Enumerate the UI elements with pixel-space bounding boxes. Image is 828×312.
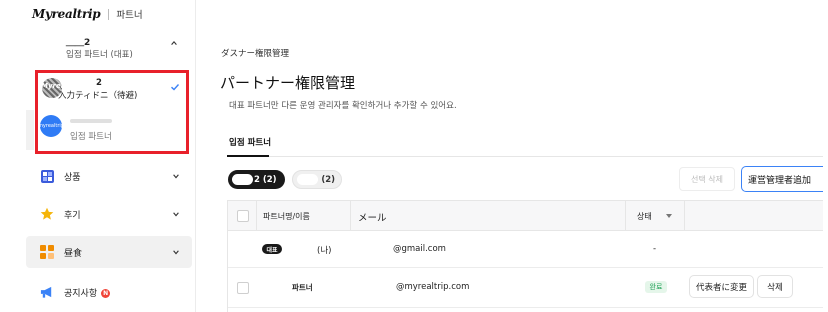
avatar: myrealtrip — [38, 115, 64, 137]
sidebar-item-label: 공지사항 N — [64, 286, 192, 299]
row-checkbox[interactable] — [237, 282, 249, 294]
column-header-status[interactable]: 상태 — [637, 211, 652, 222]
tab-partner[interactable]: 입점 파트너 — [229, 136, 271, 148]
sidebar-item-label: 상품 — [64, 172, 81, 183]
status-badge: 완료 — [645, 281, 667, 293]
chevron-down-icon — [173, 212, 179, 217]
sidebar-item-label: 후기 — [64, 210, 81, 221]
avatar-text: myrealtrip — [38, 123, 64, 129]
chevron-up-icon — [171, 40, 177, 45]
brand-divider — [108, 8, 110, 20]
partner-name: (나) — [317, 246, 332, 256]
partner-email: @gmail.com — [393, 244, 446, 254]
sidebar-item-label: 昼食 — [64, 248, 83, 259]
column-divider — [684, 201, 685, 231]
table-header: 파트너명/이름 メール 상태 — [228, 201, 823, 231]
redacted-label — [232, 174, 253, 185]
dashboard-icon — [40, 245, 54, 259]
column-divider — [350, 201, 351, 231]
brand-logo: Myrealtrip — [32, 7, 101, 21]
delete-selected-button[interactable]: 선택 삭제 — [679, 167, 735, 191]
breadcrumb: ダスナー権限管理 — [221, 49, 290, 59]
account-name: ＿＿2 — [66, 38, 91, 48]
sidebar: Myrealtrip 파트너 ＿＿2 입점 파트너 (대표) Myreal 2 … — [0, 0, 196, 312]
notice-label: 공지사항 — [64, 288, 98, 299]
partner-status: - — [653, 244, 657, 254]
account-option-role: 入力ティドニ（待避) — [58, 91, 138, 101]
brand-subtitle: 파트너 — [116, 10, 143, 21]
column-divider — [625, 201, 626, 231]
column-header-name: 파트너명/이름 — [263, 212, 310, 221]
table-row: 대표 (나) @gmail.com - — [228, 231, 823, 268]
representative-badge: 대표 — [262, 244, 282, 254]
delete-button[interactable]: 삭제 — [757, 275, 793, 298]
account-role: 입점 파트너 (대표) — [66, 50, 133, 60]
partner-email: @myrealtrip.com — [396, 282, 470, 292]
account-switcher[interactable]: ＿＿2 입점 파트너 (대표) — [28, 31, 186, 64]
filter-chip[interactable]: (2) — [292, 170, 342, 189]
chevron-down-icon — [173, 174, 179, 179]
filter-chip-label: 2 (2) — [254, 174, 277, 185]
column-header-email: メール — [358, 213, 387, 224]
change-representative-button[interactable]: 代表者に変更 — [689, 275, 754, 298]
add-manager-button[interactable]: 運営管理者追加 — [741, 166, 823, 192]
sort-down-icon[interactable] — [666, 214, 672, 219]
brand[interactable]: Myrealtrip 파트너 — [32, 6, 143, 22]
megaphone-icon — [40, 285, 54, 299]
partner-name: 파트너 — [292, 283, 313, 292]
sidebar-item-dashboard[interactable]: 昼食 — [26, 236, 192, 268]
sidebar-item-notices[interactable]: 공지사항 N — [26, 276, 192, 308]
account-option-role: 입점 파트너 — [70, 132, 112, 142]
page-description: 대표 파트너만 다른 운영 관리자를 확인하거나 추가할 수 있어요. — [229, 101, 457, 111]
table-row: 파트너 @myrealtrip.com 완료 代表者に変更 삭제 — [228, 268, 823, 308]
check-icon — [171, 84, 180, 91]
partner-table: 파트너명/이름 メール 상태 대표 (나) @gmail.com - 파트너 @… — [227, 200, 823, 312]
column-divider — [256, 201, 257, 231]
grid-icon — [40, 169, 54, 183]
filter-chip-label: (2) — [321, 174, 335, 185]
account-option-other[interactable]: myrealtrip 입점 파트너 — [38, 111, 186, 151]
redacted-name — [70, 119, 112, 123]
new-badge: N — [101, 288, 111, 298]
star-icon — [40, 207, 54, 221]
account-option-current[interactable]: Myreal 2 入力ティドニ（待避) — [38, 73, 186, 109]
page-title: パートナー権限管理 — [220, 74, 356, 92]
tab-divider — [227, 156, 823, 157]
chevron-down-icon — [173, 250, 179, 255]
redacted-label — [297, 174, 319, 185]
account-option-name: 2 — [96, 78, 102, 88]
sidebar-item-products[interactable]: 상품 — [26, 160, 192, 192]
tab-active-indicator — [227, 155, 269, 157]
account-dropdown-highlight: Myreal 2 入力ティドニ（待避) myrealtrip 입점 파트너 — [35, 70, 189, 154]
filter-chip-active[interactable]: 2 (2) — [228, 170, 285, 189]
select-all-checkbox[interactable] — [237, 210, 249, 222]
dropdown-edge — [26, 110, 34, 150]
sidebar-item-reviews[interactable]: 후기 — [26, 198, 192, 230]
